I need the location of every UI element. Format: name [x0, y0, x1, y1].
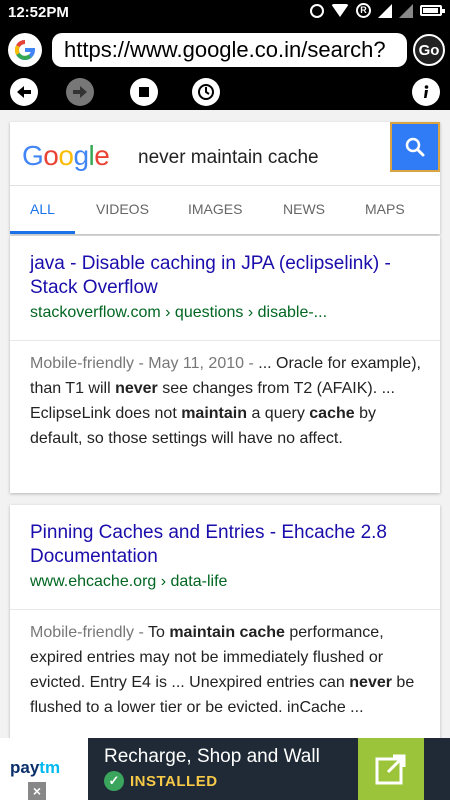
- google-app-icon[interactable]: [8, 33, 42, 67]
- ad-headline: Recharge, Shop and Wall: [104, 746, 320, 767]
- result-title-link[interactable]: Pinning Caches and Entries - Ehcache 2.8…: [30, 521, 425, 569]
- search-icon: [405, 137, 425, 157]
- alarm-icon: [310, 3, 324, 18]
- stop-icon: [139, 87, 149, 97]
- search-tabs: ALL VIDEOS IMAGES NEWS MAPS: [10, 185, 440, 234]
- google-logo-letter: e: [94, 140, 110, 171]
- info-icon: [424, 85, 429, 98]
- search-box-card: Google never maintain cache ALL VIDEOS I…: [10, 122, 440, 234]
- google-logo[interactable]: Google: [22, 140, 110, 172]
- ad-edge: [424, 738, 450, 800]
- clock-icon: [198, 84, 214, 100]
- open-external-icon: [375, 754, 406, 785]
- google-logo-letter: o: [43, 140, 59, 171]
- tab-videos[interactable]: VIDEOS: [96, 201, 149, 217]
- status-time: 12:52PM: [8, 4, 69, 21]
- highlighted-term: cache: [309, 405, 355, 422]
- paytm-logo: paytm: [10, 758, 61, 777]
- forward-button[interactable]: [66, 78, 94, 106]
- result-meta: Mobile-friendly -: [30, 624, 148, 641]
- back-button[interactable]: [10, 78, 38, 106]
- result-snippet: Mobile-friendly - To maintain cache perf…: [30, 620, 430, 720]
- google-logo-letter: g: [73, 140, 89, 171]
- ad-banner[interactable]: paytm × Recharge, Shop and Wall ✓ INSTAL…: [0, 738, 450, 800]
- stop-button[interactable]: [130, 78, 158, 106]
- tab-all[interactable]: ALL: [30, 201, 55, 217]
- ad-logo-area: paytm ×: [0, 738, 88, 800]
- highlighted-term: never: [115, 380, 158, 397]
- result-url[interactable]: stackoverflow.com › questions › disable-…: [30, 304, 327, 322]
- result-snippet: Mobile-friendly - May 11, 2010 - ... Ora…: [30, 351, 430, 451]
- url-input[interactable]: [52, 33, 407, 67]
- result-meta: Mobile-friendly - May 11, 2010 -: [30, 355, 259, 372]
- registered-icon: R: [356, 3, 371, 18]
- search-query-text[interactable]: never maintain cache: [138, 147, 319, 169]
- battery-icon: [420, 5, 445, 16]
- google-g-icon: [14, 39, 36, 60]
- browser-toolbar: [0, 74, 450, 110]
- google-logo-letter: G: [22, 140, 44, 171]
- install-status: ✓ INSTALLED: [104, 771, 218, 791]
- close-ad-button[interactable]: ×: [28, 782, 46, 800]
- history-button[interactable]: [192, 78, 220, 106]
- signal-icon: [399, 3, 413, 18]
- open-app-button[interactable]: [358, 738, 424, 800]
- highlighted-term: never: [349, 674, 392, 691]
- result-title-link[interactable]: java - Disable caching in JPA (eclipseli…: [30, 252, 425, 300]
- divider: [10, 609, 440, 610]
- status-bar: 12:52PM R: [0, 0, 450, 26]
- snippet-text: a query: [247, 405, 310, 422]
- highlighted-term: maintain cache: [169, 624, 285, 641]
- arrow-left-icon: [17, 86, 31, 98]
- go-button[interactable]: Go: [413, 34, 445, 66]
- check-icon: ✓: [104, 771, 124, 791]
- signal-icon: [378, 3, 392, 18]
- browser-url-bar: Go: [0, 26, 450, 74]
- web-page[interactable]: Google never maintain cache ALL VIDEOS I…: [0, 110, 450, 738]
- arrow-right-icon: [73, 86, 87, 98]
- tab-images[interactable]: IMAGES: [188, 201, 242, 217]
- snippet-text: To: [147, 624, 170, 641]
- search-button[interactable]: [390, 122, 440, 172]
- highlighted-term: maintain: [181, 405, 247, 422]
- info-button[interactable]: [412, 78, 440, 106]
- search-result: java - Disable caching in JPA (eclipseli…: [10, 236, 440, 493]
- status-icons: R: [310, 3, 445, 18]
- active-tab-indicator: [10, 231, 75, 234]
- result-url[interactable]: www.ehcache.org › data-life: [30, 573, 227, 591]
- tab-news[interactable]: NEWS: [283, 201, 325, 217]
- divider: [10, 340, 440, 341]
- installed-label: INSTALLED: [130, 772, 218, 790]
- tab-maps[interactable]: MAPS: [365, 201, 405, 217]
- google-logo-letter: o: [58, 140, 74, 171]
- search-result: Pinning Caches and Entries - Ehcache 2.8…: [10, 505, 440, 738]
- wifi-icon: [331, 4, 349, 17]
